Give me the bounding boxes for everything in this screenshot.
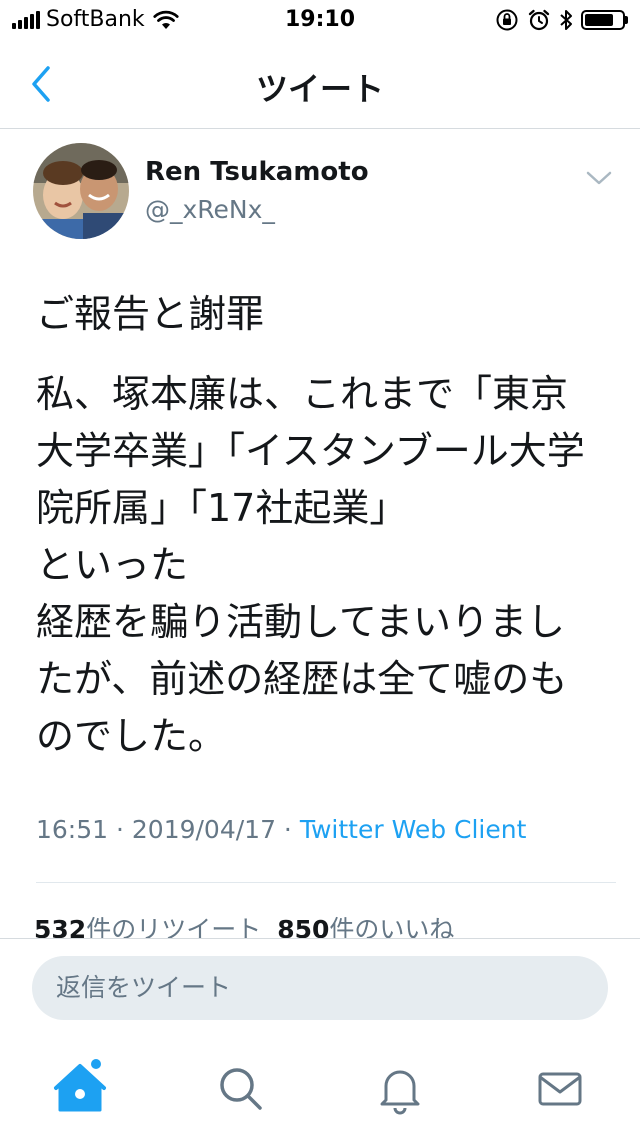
page-title: ツイート <box>255 70 384 108</box>
tab-bar <box>0 1036 640 1136</box>
tweet-date: 2019/04/17 <box>131 815 276 844</box>
notification-dot <box>91 1059 101 1069</box>
divider <box>36 882 616 883</box>
orientation-lock-icon <box>496 9 518 31</box>
author-handle[interactable]: @_xReNx_ <box>145 195 275 224</box>
author-display-name[interactable]: Ren Tsukamoto <box>145 157 369 187</box>
tweet-title-line: ご報告と謝罪 <box>36 292 265 336</box>
reply-input[interactable]: 返信をツイート <box>32 956 608 1020</box>
meta-separator: · <box>108 815 132 844</box>
battery-icon <box>581 10 625 30</box>
status-right <box>495 8 628 32</box>
bell-icon[interactable] <box>370 1058 430 1118</box>
mail-icon[interactable] <box>530 1058 590 1118</box>
search-icon[interactable] <box>210 1058 270 1118</box>
battery-level <box>585 14 613 26</box>
alarm-icon <box>528 9 550 31</box>
tweet-client-link[interactable]: Twitter Web Client <box>300 815 527 844</box>
tweet-meta: 16:51 · 2019/04/17 · Twitter Web Client <box>36 815 526 844</box>
reply-area: 返信をツイート <box>0 938 640 1037</box>
meta-separator: · <box>275 815 300 844</box>
navigation-bar: ツイート <box>0 40 640 129</box>
tweet-time: 16:51 <box>36 815 109 844</box>
chevron-down-icon[interactable] <box>584 168 614 188</box>
status-bar: SoftBank 19:10 <box>0 0 640 40</box>
tweet-text: ご報告と謝罪 私、塚本廉は、これまで「東京大学卒業」「イスタンブール大学院所属」… <box>36 286 601 765</box>
bluetooth-icon <box>560 10 572 30</box>
tweet-body: 私、塚本廉は、これまで「東京大学卒業」「イスタンブール大学院所属」「17社起業」… <box>36 372 585 758</box>
home-icon[interactable] <box>50 1058 110 1118</box>
avatar[interactable] <box>33 143 129 239</box>
battery-tip <box>625 16 628 24</box>
